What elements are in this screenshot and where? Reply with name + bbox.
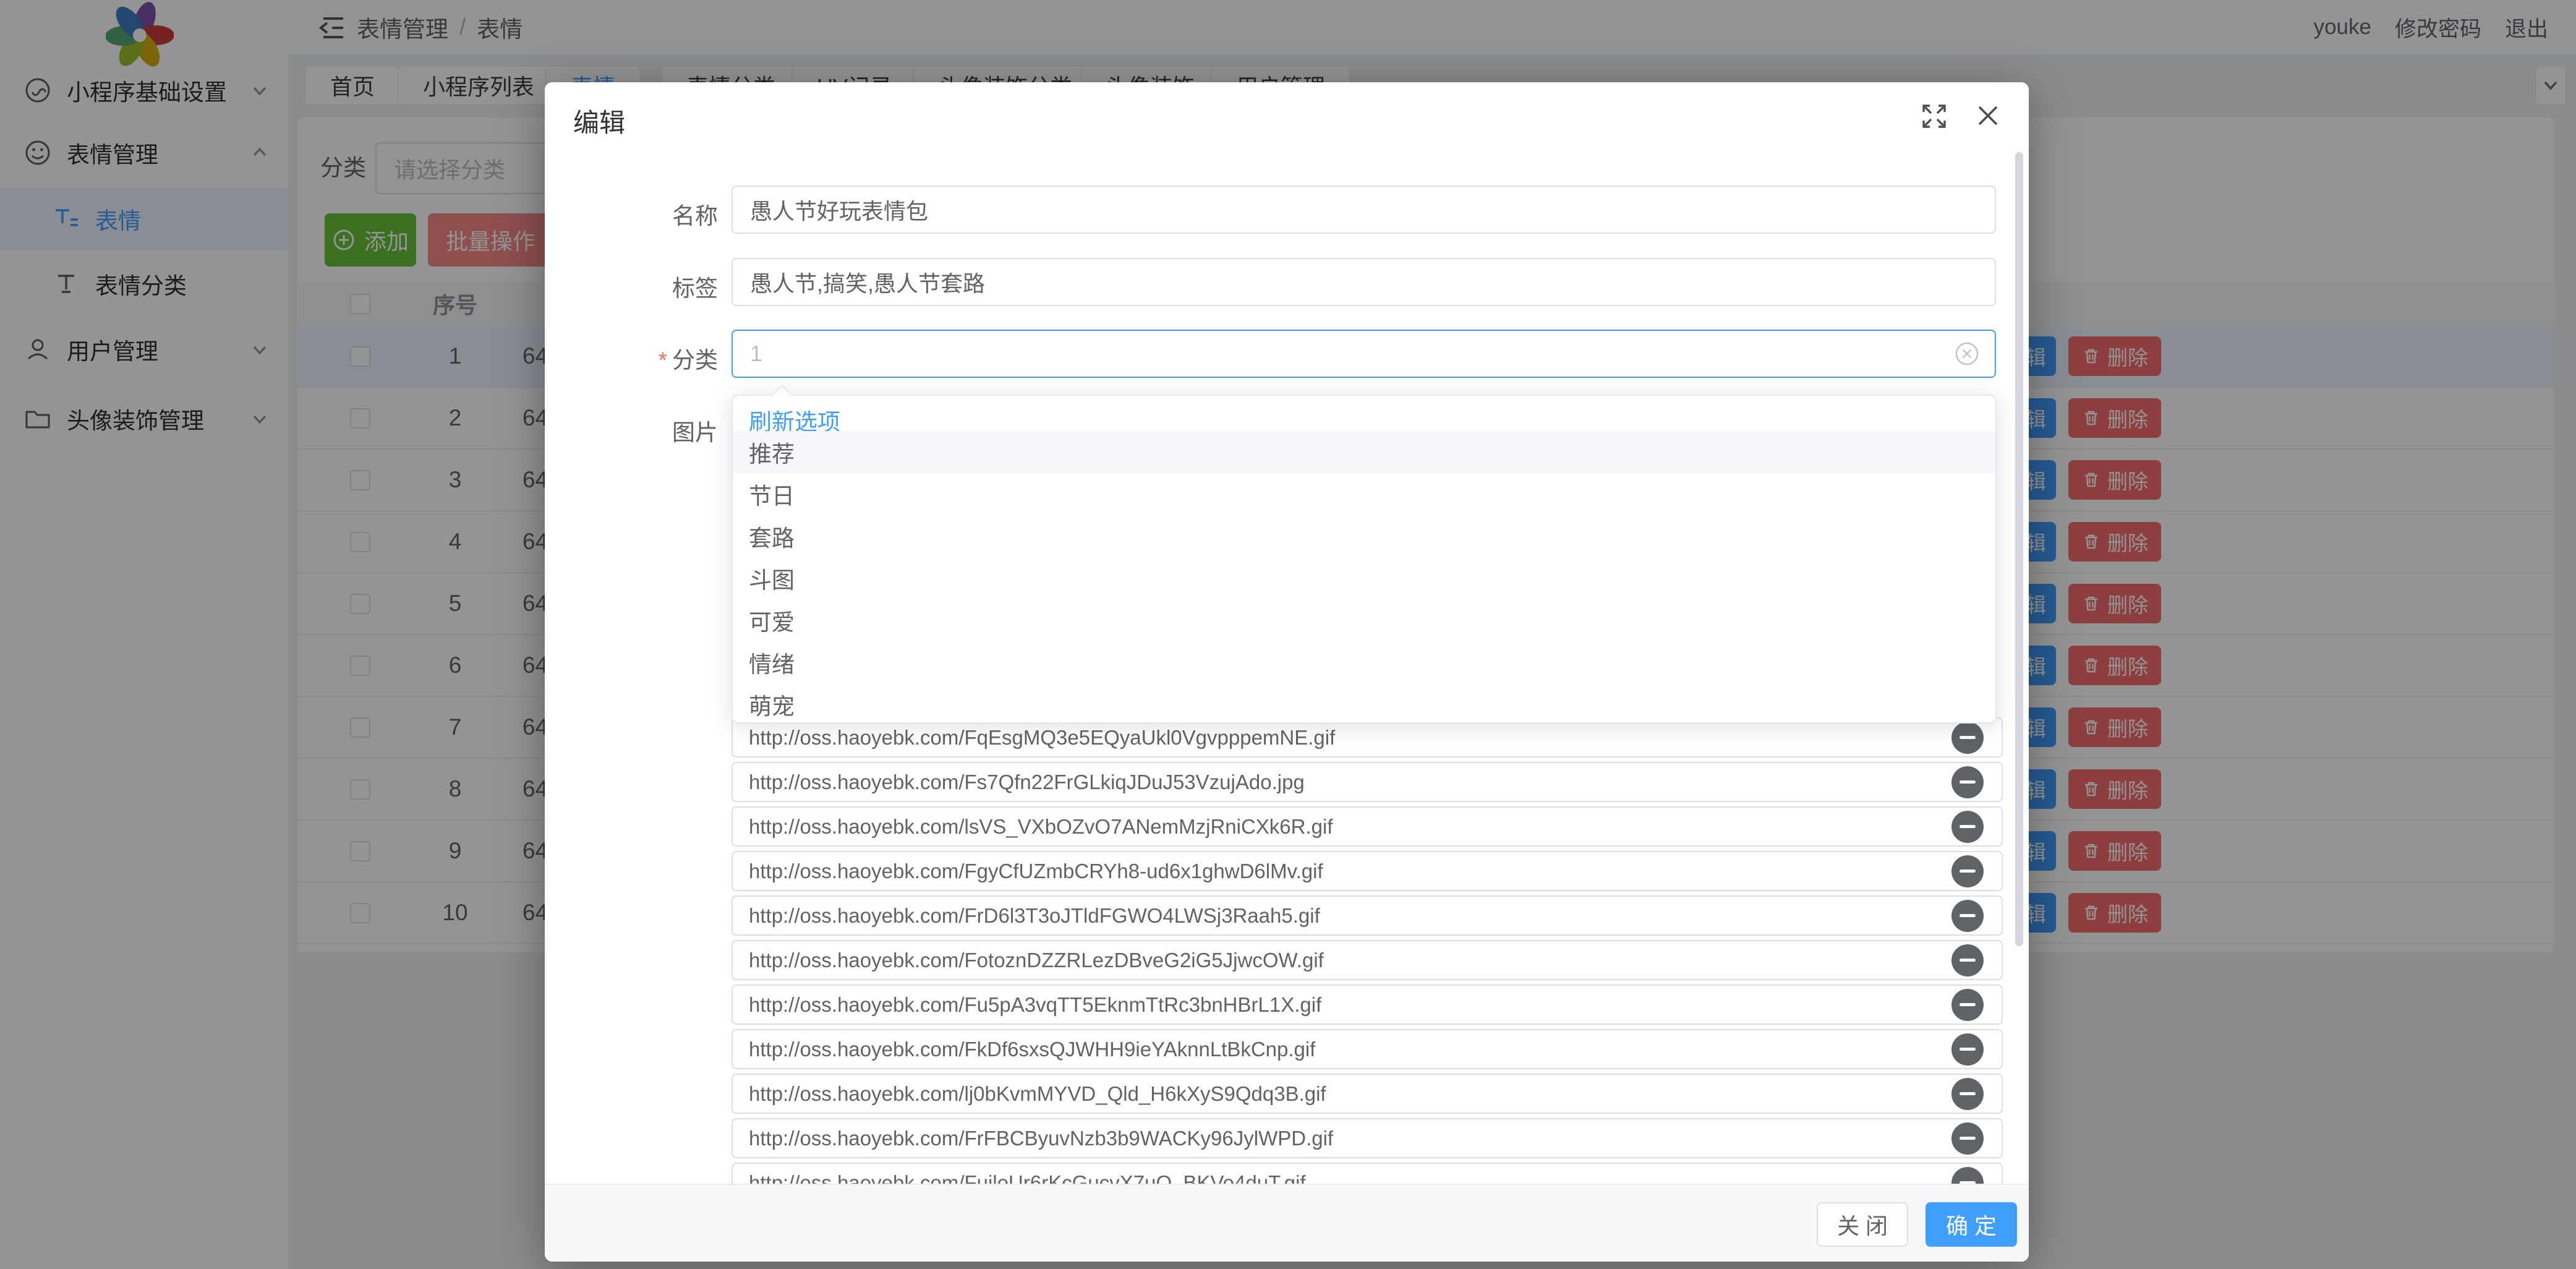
dialog-title: 编辑: [573, 102, 625, 140]
dropdown-option-4[interactable]: 可爱: [733, 599, 1995, 641]
image-url-remove-cell: [1934, 940, 2003, 980]
image-url-remove-cell: [1934, 1029, 2003, 1069]
fullscreen-icon[interactable]: [1920, 102, 1948, 130]
tags-field-label: 标签: [551, 270, 718, 303]
modal-scrollbar[interactable]: [2015, 152, 2023, 946]
category-field-label: *分类: [551, 341, 718, 375]
remove-url-button[interactable]: [1951, 989, 1984, 1021]
remove-url-button[interactable]: [1951, 1033, 1984, 1066]
image-url-input[interactable]: http://oss.haoyebk.com/Fs7Qfn22FrGLkiqJD…: [731, 762, 1935, 802]
name-field-label: 名称: [551, 197, 718, 231]
image-url-remove-cell: [1934, 806, 2003, 847]
category-select-input[interactable]: 1: [731, 330, 1996, 378]
close-button[interactable]: 关 闭: [1817, 1202, 1908, 1247]
image-url-remove-cell: [1934, 895, 2003, 936]
remove-url-button[interactable]: [1951, 1078, 1984, 1110]
dropdown-option-0[interactable]: 推荐: [733, 431, 1995, 473]
remove-url-button[interactable]: [1951, 722, 1984, 754]
remove-url-button[interactable]: [1951, 811, 1984, 843]
image-url-remove-cell: [1934, 851, 2003, 891]
required-asterisk: *: [659, 348, 667, 373]
category-select-value: 1: [750, 341, 762, 367]
image-url-input[interactable]: http://oss.haoyebk.com/FgyCfUZmbCRYh8-ud…: [731, 851, 1935, 891]
image-url-remove-cell: [1934, 1074, 2003, 1114]
image-url-remove-cell: [1934, 762, 2003, 802]
image-url-input[interactable]: http://oss.haoyebk.com/FotoznDZZRLezDBve…: [731, 940, 1935, 980]
image-url-input[interactable]: http://oss.haoyebk.com/FkDf6sxsQJWHH9ieY…: [731, 1029, 1935, 1069]
image-url-remove-cell: [1934, 985, 2003, 1025]
app-screen: 小程序基础设置表情管理表情表情分类用户管理头像装饰管理 表情管理 / 表情 yo…: [0, 0, 2576, 1269]
close-icon[interactable]: [1973, 101, 2003, 130]
remove-url-button[interactable]: [1951, 1122, 1984, 1155]
remove-url-button[interactable]: [1951, 855, 1984, 887]
tags-input-value: 愚人节,搞笑,愚人节套路: [750, 266, 985, 298]
image-url-input[interactable]: http://oss.haoyebk.com/lsVS_VXbOZvO7ANem…: [731, 806, 1935, 847]
dropdown-option-5[interactable]: 情绪: [733, 641, 1995, 683]
dialog-footer: 关 闭 确 定: [545, 1184, 2029, 1262]
dropdown-option-2[interactable]: 套路: [733, 515, 1995, 557]
name-input-value: 愚人节好玩表情包: [750, 194, 928, 226]
name-input[interactable]: 愚人节好玩表情包: [731, 186, 1996, 234]
remove-url-button[interactable]: [1951, 944, 1984, 976]
remove-url-button[interactable]: [1951, 766, 1984, 798]
dropdown-option-1[interactable]: 节日: [733, 473, 1995, 515]
image-url-input[interactable]: http://oss.haoyebk.com/FrFBCByuvNzb3b9WA…: [731, 1118, 1935, 1158]
images-field-label: 图片: [551, 414, 718, 447]
remove-url-button[interactable]: [1951, 900, 1984, 932]
clear-icon[interactable]: [1954, 341, 1980, 367]
category-dropdown: 刷新选项 推荐节日套路斗图可爱情绪萌宠: [731, 395, 1997, 724]
dropdown-option-6[interactable]: 萌宠: [733, 683, 1995, 725]
image-url-input[interactable]: http://oss.haoyebk.com/FrD6l3T3oJTldFGWO…: [731, 895, 1935, 936]
confirm-button[interactable]: 确 定: [1926, 1202, 2017, 1247]
tags-input[interactable]: 愚人节,搞笑,愚人节套路: [731, 258, 1996, 306]
image-url-input[interactable]: http://oss.haoyebk.com/lj0bKvmMYVD_Qld_H…: [731, 1074, 1935, 1114]
dropdown-option-3[interactable]: 斗图: [733, 557, 1995, 599]
image-url-input[interactable]: http://oss.haoyebk.com/Fu5pA3vqTT5EknmTt…: [731, 985, 1935, 1025]
image-url-remove-cell: [1934, 1118, 2003, 1158]
